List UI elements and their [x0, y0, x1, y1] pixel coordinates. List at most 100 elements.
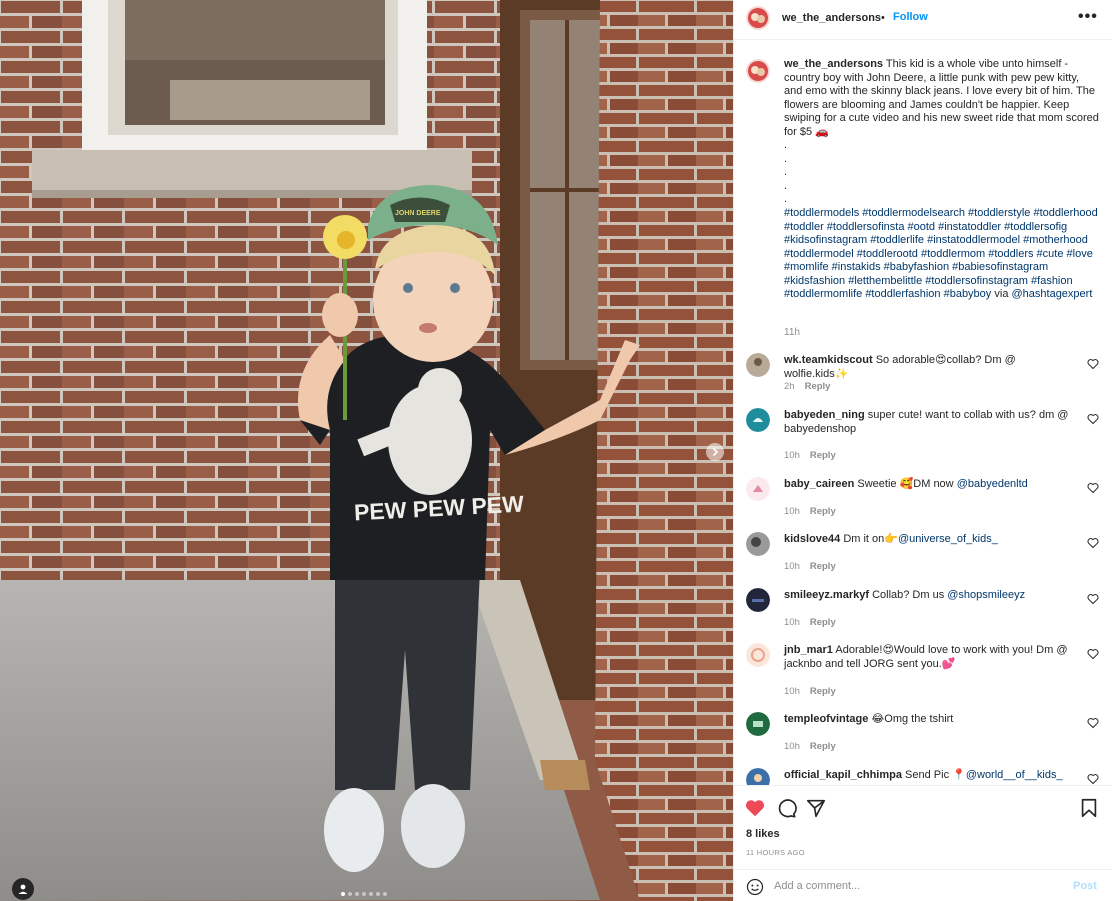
comment-mention-link[interactable]: @babyedenltd — [957, 478, 1028, 490]
reply-button[interactable]: Reply — [810, 686, 836, 697]
post-side-panel: we_the_andersons • Follow ••• we_the_and… — [733, 0, 1112, 901]
post-timestamp: 11 HOURS AGO — [746, 848, 805, 857]
comment-body: Send Pic 📍 — [905, 769, 966, 781]
comment-text: kidslove44 Dm it on👉@universe_of_kids_ — [784, 533, 1074, 547]
via-handle-link[interactable]: @hashtagexpert — [1012, 288, 1093, 300]
follow-button[interactable]: Follow — [893, 11, 928, 23]
avatar-image — [746, 59, 770, 83]
tagged-users-button[interactable] — [12, 878, 34, 900]
comment-text: official_kapil_chhimpa Send Pic 📍@world_… — [784, 769, 1074, 783]
author-username[interactable]: we_the_andersons — [782, 12, 881, 24]
comment-time: 10h — [784, 506, 800, 517]
post-header: we_the_andersons • Follow ••• — [734, 0, 1112, 40]
comment-username[interactable]: official_kapil_chhimpa — [784, 769, 902, 781]
carousel-dot — [383, 892, 387, 896]
comment-item: wk.teamkidscout So adorable😍collab? Dm @… — [734, 353, 1112, 403]
comment-username[interactable]: jnb_mar1 — [784, 644, 833, 656]
chevron-right-icon — [712, 447, 719, 457]
carousel-dot — [355, 892, 359, 896]
carousel-dot — [348, 892, 352, 896]
commenter-avatar[interactable] — [746, 408, 770, 432]
commenter-avatar[interactable] — [746, 477, 770, 501]
comment-like-icon[interactable] — [1087, 717, 1099, 729]
commenter-avatar[interactable] — [746, 643, 770, 667]
comment-item: kidslove44 Dm it on👉@universe_of_kids_ 1… — [734, 532, 1112, 582]
comment-like-icon[interactable] — [1087, 482, 1099, 494]
likes-count[interactable]: 8 likes — [746, 828, 780, 840]
comment-mention-link[interactable]: @world__of__kids_ — [966, 769, 1063, 781]
caption-text: This kid is a whole vibe unto himself - … — [784, 58, 1099, 205]
avatar-image — [746, 712, 770, 736]
comment-time: 10h — [784, 450, 800, 461]
post-comment-button[interactable]: Post — [1073, 880, 1097, 892]
user-tag-icon — [18, 884, 28, 894]
comment-username[interactable]: babyeden_ning — [784, 409, 865, 421]
reply-button[interactable]: Reply — [805, 381, 831, 392]
carousel-dot — [362, 892, 366, 896]
comment-time: 10h — [784, 686, 800, 697]
reply-button[interactable]: Reply — [810, 561, 836, 572]
comment-like-icon[interactable] — [1087, 648, 1099, 660]
carousel-dot — [369, 892, 373, 896]
comment-item: smileeyz.markyf Collab? Dm us @shopsmile… — [734, 588, 1112, 638]
post-photo: PEW PEW PEW JOHN DEERE — [0, 0, 733, 901]
comment-like-icon[interactable] — [1087, 413, 1099, 425]
reply-button[interactable]: Reply — [810, 450, 836, 461]
comment-mention-link[interactable]: @universe_of_kids_ — [898, 533, 998, 545]
comment-username[interactable]: kidslove44 — [784, 533, 840, 545]
author-avatar[interactable] — [746, 6, 770, 30]
comment-username[interactable]: baby_caireen — [784, 478, 854, 490]
comment-like-icon[interactable] — [1087, 358, 1099, 370]
comment-time: 10h — [784, 561, 800, 572]
comment-bubble-icon[interactable] — [775, 797, 797, 819]
comment-mention-link[interactable]: @shopsmileeyz — [947, 589, 1025, 601]
commenter-avatar[interactable] — [746, 353, 770, 377]
heart-filled-icon[interactable] — [744, 797, 766, 819]
comment-item: baby_caireen Sweetie 🥰DM now @babyedenlt… — [734, 477, 1112, 527]
avatar-image — [746, 532, 770, 556]
comments-scroll-area[interactable]: we_the_andersons This kid is a whole vib… — [734, 41, 1112, 785]
carousel-dot — [341, 892, 345, 896]
avatar-image — [746, 588, 770, 612]
caption-avatar[interactable] — [746, 59, 770, 83]
commenter-avatar[interactable] — [746, 588, 770, 612]
comment-body: Collab? Dm us — [872, 589, 948, 601]
comment-username[interactable]: templeofvintage — [784, 713, 868, 725]
reply-button[interactable]: Reply — [810, 506, 836, 517]
caption-username[interactable]: we_the_andersons — [784, 58, 883, 70]
comment-username[interactable]: smileeyz.markyf — [784, 589, 869, 601]
comment-input[interactable] — [774, 876, 1064, 896]
comment-text: jnb_mar1 Adorable!😍Would love to work wi… — [784, 644, 1074, 671]
smiley-icon[interactable] — [746, 878, 764, 896]
carousel-next-button[interactable] — [706, 443, 724, 461]
commenter-avatar[interactable] — [746, 712, 770, 736]
comment-meta: 10h Reply — [784, 506, 836, 517]
reply-button[interactable]: Reply — [810, 741, 836, 752]
comment-body: 😂Omg the tshirt — [871, 713, 954, 725]
more-options-button[interactable]: ••• — [1078, 8, 1098, 26]
reply-button[interactable]: Reply — [810, 617, 836, 628]
avatar-image — [746, 6, 770, 30]
comment-meta: 10h Reply — [784, 741, 836, 752]
avatar-image — [746, 643, 770, 667]
comment-time: 10h — [784, 741, 800, 752]
comment-text: smileeyz.markyf Collab? Dm us @shopsmile… — [784, 589, 1074, 603]
caption-hashtags: #toddlermodels #toddlermodelsearch #todd… — [784, 207, 1100, 302]
commenter-avatar[interactable] — [746, 768, 770, 785]
comment-time: 2h — [784, 381, 795, 392]
bookmark-icon[interactable] — [1078, 797, 1100, 819]
comment-text: babyeden_ning super cute! want to collab… — [784, 409, 1074, 436]
cap-logo-text: JOHN DEERE — [395, 210, 441, 217]
hashtag-list[interactable]: #toddlermodels #toddlermodelsearch #todd… — [784, 207, 1098, 300]
comment-username[interactable]: wk.teamkidscout — [784, 354, 873, 366]
comment-like-icon[interactable] — [1087, 537, 1099, 549]
comment-like-icon[interactable] — [1087, 593, 1099, 605]
comment-body: Sweetie 🥰DM now — [857, 478, 957, 490]
comment-item: templeofvintage 😂Omg the tshirt 10h Reply — [734, 712, 1112, 762]
paper-plane-icon[interactable] — [805, 797, 827, 819]
caption-time: 11h — [784, 327, 800, 338]
comment-like-icon[interactable] — [1087, 773, 1099, 785]
post-caption: we_the_andersons This kid is a whole vib… — [784, 58, 1100, 207]
comment-text: baby_caireen Sweetie 🥰DM now @babyedenlt… — [784, 478, 1074, 492]
commenter-avatar[interactable] — [746, 532, 770, 556]
